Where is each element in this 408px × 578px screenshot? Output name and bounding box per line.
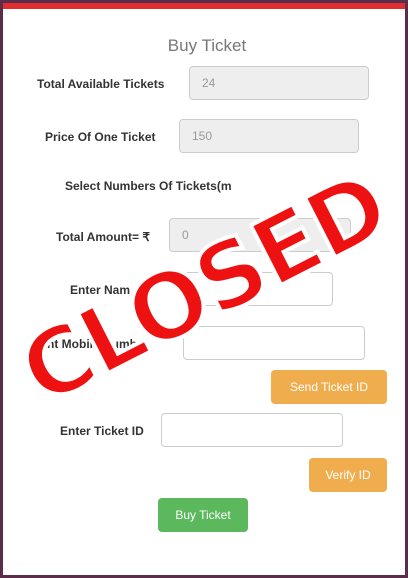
mobile-input[interactable] xyxy=(183,326,365,360)
ticket-id-input[interactable] xyxy=(161,413,343,447)
total-amount-field: 0 xyxy=(169,218,351,252)
top-accent-bar xyxy=(3,3,405,9)
total-available-label: Total Available Tickets xyxy=(37,77,165,91)
ticket-form-card: Buy Ticket Total Available Tickets 24 Pr… xyxy=(3,3,405,575)
form-title: Buy Ticket xyxy=(167,36,247,55)
name-input[interactable] xyxy=(183,272,333,306)
buy-ticket-button[interactable]: Buy Ticket xyxy=(158,498,248,532)
select-tickets-label: Select Numbers Of Tickets(m xyxy=(65,179,232,193)
verify-id-button[interactable]: Verify ID xyxy=(309,458,387,492)
total-available-field: 24 xyxy=(189,66,369,100)
price-label: Price Of One Ticket xyxy=(45,130,156,144)
ticket-id-label: Enter Ticket ID xyxy=(60,424,144,438)
mobile-label: Ent Mobile Number xyxy=(39,337,149,351)
price-field: 150 xyxy=(179,119,359,153)
send-ticket-id-button[interactable]: Send Ticket ID xyxy=(271,370,387,404)
total-amount-label: Total Amount= ₹ xyxy=(56,230,150,244)
name-label: Enter Nam xyxy=(70,283,131,297)
